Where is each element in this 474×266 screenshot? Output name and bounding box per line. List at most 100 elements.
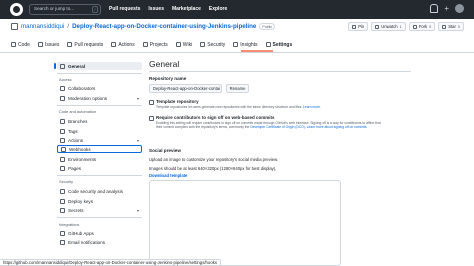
sidebar-section-access: Access (59, 77, 72, 82)
repo-name-input[interactable]: Deploy-React-app-on-Docker-contai (149, 84, 222, 93)
signoff-checkbox[interactable] (149, 116, 154, 121)
repo-name-link[interactable]: Deploy-React-app-on-Docker-container-usi… (72, 23, 256, 30)
gear-icon (60, 63, 65, 69)
tabs-divider (0, 52, 474, 53)
codescan-icon (60, 188, 65, 194)
unwatch-button[interactable]: Unwatch 1 (371, 22, 406, 31)
repo-title: mannansiddiqui / Deploy-React-app-on-Doc… (11, 23, 276, 30)
watch-count: 1 (399, 24, 402, 29)
shield-icon (200, 42, 206, 47)
social-preview-image-box[interactable] (149, 180, 341, 266)
sidebar-item-label: Tags (68, 128, 78, 134)
sidebar-item-github-apps[interactable]: GitHub Apps (57, 229, 142, 237)
nav-issues[interactable]: Issues (148, 6, 164, 12)
nav-marketplace[interactable]: Marketplace (172, 6, 201, 12)
chevron-down-icon: ▾ (136, 207, 139, 213)
graph-icon (233, 42, 239, 47)
gear-icon (265, 42, 271, 47)
nav-pull-requests[interactable]: Pull requests (109, 6, 140, 12)
play-icon (111, 42, 117, 47)
nav-explore[interactable]: Explore (209, 6, 227, 12)
search-input[interactable]: Search or jump to... / (29, 4, 101, 15)
sidebar-item-webhooks[interactable]: Webhooks (57, 145, 142, 153)
search-placeholder: Search or jump to... (34, 6, 75, 11)
tab-wiki[interactable]: Wiki (175, 40, 193, 49)
tab-settings-label: Settings (272, 41, 293, 48)
sidebar-item-label: Moderation options (68, 95, 108, 101)
sidebar-item-email-notifications[interactable]: Email notifications (57, 238, 142, 246)
pin-icon (352, 24, 357, 29)
tab-settings[interactable]: Settings (265, 40, 293, 49)
tab-pull-requests[interactable]: Pull requests (67, 40, 103, 49)
social-preview-label: Social preview (149, 148, 181, 153)
tab-insights-label: Insights (240, 41, 258, 48)
title-divider (149, 71, 411, 72)
template-repo-description: Template repositories let users generate… (156, 105, 384, 109)
mail-icon (60, 239, 65, 245)
sidebar-item-collaborators[interactable]: Collaborators (57, 84, 142, 92)
rename-button[interactable]: Rename (226, 84, 249, 93)
pin-button[interactable]: Pin (348, 22, 369, 31)
page-title: General (149, 59, 180, 69)
sidebar-item-label: Secrets (68, 207, 84, 213)
tab-issues[interactable]: Issues (37, 40, 60, 49)
social-preview-text: Upload an image to customize your reposi… (149, 157, 279, 162)
tab-insights[interactable]: Insights (233, 40, 258, 49)
apps-icon (60, 230, 65, 236)
tag-icon (60, 128, 65, 134)
tab-security-label: Security (207, 41, 226, 48)
book-icon (175, 42, 181, 47)
sidebar-item-label: Collaborators (68, 85, 96, 91)
tab-wiki-label: Wiki (182, 41, 193, 48)
user-avatar[interactable] (455, 4, 464, 13)
signoff-description: Enabling this setting will require contr… (156, 121, 384, 129)
sidebar-item-label: Environments (68, 156, 97, 162)
notifications-bell-icon[interactable] (430, 4, 439, 13)
sidebar-item-moderation[interactable]: Moderation options ▾ (57, 94, 142, 102)
repo-owner-link[interactable]: mannansiddiqui (21, 23, 64, 30)
tab-projects[interactable]: Projects (142, 40, 168, 49)
eye-icon (375, 24, 380, 29)
play-icon (60, 137, 65, 143)
signoff-label: Require contributors to sign off on web-… (156, 115, 275, 120)
sidebar-item-pages[interactable]: Pages (57, 164, 142, 172)
template-learn-more-link[interactable]: Learn more. (303, 105, 321, 109)
create-new-plus-icon[interactable]: + (444, 4, 449, 13)
tab-pull-requests-label: Pull requests (74, 41, 104, 48)
tab-issues-label: Issues (44, 41, 60, 48)
tab-security[interactable]: Security (200, 40, 225, 49)
template-repo-checkbox[interactable] (149, 100, 154, 105)
tab-code-label: Code (18, 41, 30, 48)
sidebar-item-deploy-keys[interactable]: Deploy keys (57, 197, 142, 205)
sidebar-section-code-automation: Code and automation (59, 109, 97, 114)
sidebar-item-label: Email notifications (68, 239, 106, 245)
chevron-down-icon: ▾ (136, 137, 139, 143)
sidebar-divider (57, 175, 142, 176)
download-template-link[interactable]: Download template (149, 173, 187, 178)
sidebar-item-label: Code security and analysis (68, 188, 123, 194)
template-repo-desc-text: Template repositories let users generate… (156, 105, 303, 109)
issue-icon (37, 42, 43, 47)
sidebar-item-actions[interactable]: Actions ▾ (57, 136, 142, 144)
fork-label: Fork (418, 24, 428, 29)
fork-button[interactable]: Fork 0 (408, 22, 436, 31)
sidebar-item-label: Pages (68, 165, 82, 171)
sidebar-item-secrets[interactable]: Secrets ▾ (57, 206, 142, 214)
global-header: Search or jump to... / Pull requests Iss… (0, 0, 474, 19)
sidebar-item-tags[interactable]: Tags (57, 127, 142, 135)
sidebar-item-code-security[interactable]: Code security and analysis (57, 187, 142, 195)
dco-learn-more-link[interactable]: Developer Certificate of Origin (DCO). L… (250, 125, 367, 129)
table-icon (142, 42, 148, 47)
sidebar-item-environments[interactable]: Environments (57, 155, 142, 163)
people-icon (60, 85, 65, 91)
tab-code[interactable]: Code (11, 40, 30, 49)
sidebar-item-branches[interactable]: Branches (57, 117, 142, 125)
repo-name-label: Repository name (149, 76, 187, 81)
tab-actions[interactable]: Actions (111, 40, 135, 49)
github-logo-icon[interactable] (10, 3, 23, 16)
star-button[interactable]: Star 0 (438, 22, 464, 31)
repo-separator: / (67, 23, 70, 30)
sidebar-item-general[interactable]: General (54, 62, 142, 70)
key-icon (60, 198, 65, 204)
template-repo-label: Template repository (156, 99, 199, 104)
